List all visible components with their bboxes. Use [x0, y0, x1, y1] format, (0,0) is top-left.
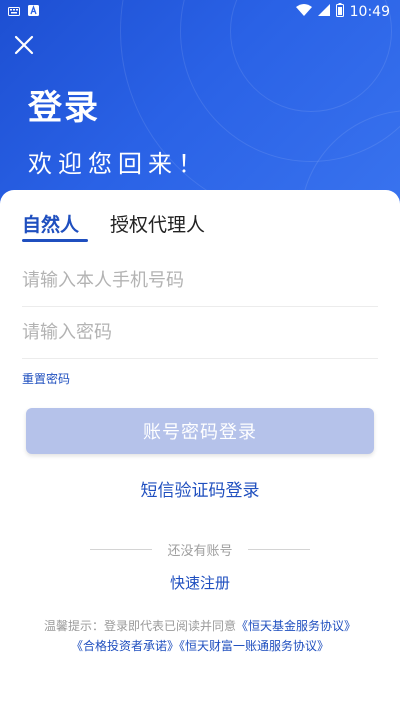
tab-natural-person[interactable]: 自然人	[22, 210, 79, 237]
sms-login-link[interactable]: 短信验证码登录	[0, 476, 400, 501]
phone-field	[22, 254, 378, 307]
agreement-prefix: 温馨提示：登录即代表已阅读并同意	[43, 619, 236, 633]
password-input[interactable]	[22, 306, 378, 358]
register-divider: 还没有账号	[90, 540, 310, 559]
qualified-investor-link[interactable]: 《合格投资者承诺》	[71, 639, 179, 653]
account-service-agreement-link[interactable]: 《恒天财富一账通服务协议》	[179, 639, 329, 653]
cell-signal-icon	[317, 4, 330, 20]
login-card: 自然人 授权代理人 重置密码 账号密码登录 短信验证码登录 还没有账号 快速注册…	[0, 190, 400, 712]
battery-icon	[335, 3, 344, 21]
login-button[interactable]: 账号密码登录	[26, 408, 374, 454]
status-bar: 10:49	[0, 0, 400, 24]
fund-service-agreement-link[interactable]: 《恒天基金服务协议》	[236, 619, 356, 633]
close-icon	[14, 35, 34, 55]
tab-underline	[22, 239, 88, 242]
quick-register-link[interactable]: 快速注册	[0, 572, 400, 593]
status-time: 10:49	[349, 4, 390, 20]
reset-password-link[interactable]: 重置密码	[22, 370, 70, 387]
page-title: 登录	[28, 88, 100, 128]
tab-authorized-agent[interactable]: 授权代理人	[110, 210, 205, 237]
agreement-notice: 温馨提示：登录即代表已阅读并同意《恒天基金服务协议》《合格投资者承诺》《恒天财富…	[30, 616, 370, 656]
a-icon	[28, 5, 39, 20]
password-field	[22, 306, 378, 359]
page-subtitle: 欢迎您回来！	[28, 150, 208, 178]
wifi-icon	[295, 4, 312, 20]
keyboard-icon	[8, 5, 20, 20]
phone-input[interactable]	[22, 254, 378, 306]
divider-line	[248, 549, 310, 550]
close-button[interactable]	[12, 33, 36, 57]
